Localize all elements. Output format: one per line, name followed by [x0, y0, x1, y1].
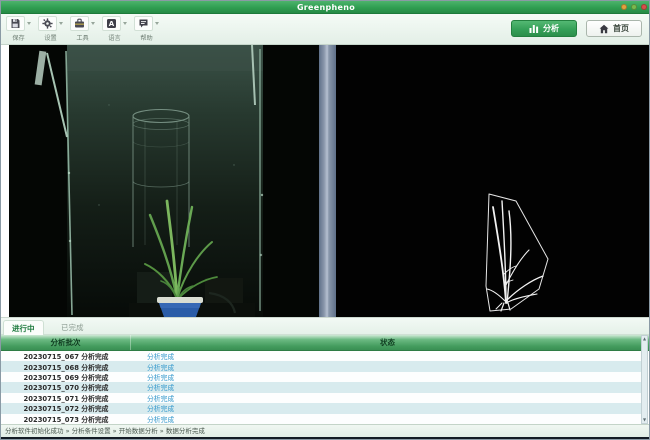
panel-splitter[interactable]	[319, 45, 336, 317]
column-header-status[interactable]: 状态	[131, 335, 644, 350]
save-label: 保存	[12, 32, 24, 42]
toolbar: 保存 设置 工具	[1, 14, 650, 45]
status-link[interactable]: 分析完成	[131, 362, 174, 372]
help-menu-button[interactable]: 帮助	[133, 16, 160, 42]
svg-text:A: A	[109, 20, 115, 28]
tab-in-progress[interactable]: 进行中	[3, 320, 44, 336]
home-button-label: 首页	[613, 23, 629, 34]
scroll-down-icon[interactable]: ▼	[642, 417, 647, 423]
language-menu-button[interactable]: A 语言	[101, 16, 128, 42]
camera-image-panel	[9, 45, 319, 317]
batch-cell: 20230715_068 分析完成	[1, 362, 131, 372]
toolbar-button-group: 保存 设置 工具	[5, 16, 160, 42]
table-row[interactable]: 20230715_073 分析完成 分析完成	[1, 414, 644, 424]
status-link[interactable]: 分析完成	[131, 382, 174, 392]
status-bar: 分析软件初始化成功 » 分析条件设置 » 开始数据分析 » 数据分析完成	[1, 424, 650, 437]
status-link[interactable]: 分析完成	[131, 403, 174, 413]
batch-cell: 20230715_069 分析完成	[1, 372, 131, 382]
tab-completed[interactable]: 已完成	[53, 320, 92, 336]
batch-cell: 20230715_073 分析完成	[1, 414, 131, 424]
save-menu-button[interactable]: 保存	[5, 16, 32, 42]
language-icon: A	[106, 18, 117, 29]
table-row[interactable]: 20230715_071 分析完成 分析完成	[1, 393, 644, 403]
image-viewer-area	[1, 45, 650, 317]
status-link[interactable]: 分析完成	[131, 414, 174, 424]
chevron-down-icon	[91, 22, 95, 25]
batch-table: 20230715_067 分析完成 分析完成 20230715_068 分析完成…	[1, 351, 644, 424]
status-bar-text: 分析软件初始化成功 » 分析条件设置 » 开始数据分析 » 数据分析完成	[5, 427, 205, 435]
chevron-down-icon	[59, 22, 63, 25]
status-link[interactable]: 分析完成	[131, 393, 174, 403]
scroll-up-icon[interactable]: ▲	[642, 336, 647, 342]
table-row[interactable]: 20230715_070 分析完成 分析完成	[1, 382, 644, 392]
chevron-down-icon	[123, 22, 127, 25]
language-label: 语言	[108, 32, 120, 42]
app-title: Greenpheno	[1, 1, 650, 14]
analyze-button-label: 分析	[543, 23, 559, 34]
minimize-button[interactable]	[621, 4, 627, 10]
batch-cell: 20230715_067 分析完成	[1, 351, 131, 361]
title-bar: Greenpheno	[1, 1, 650, 14]
status-link[interactable]: 分析完成	[131, 351, 174, 361]
save-icon	[10, 18, 21, 29]
settings-label: 设置	[44, 32, 56, 42]
help-label: 帮助	[140, 32, 152, 42]
app-window: Greenpheno 保存	[0, 0, 650, 440]
window-controls	[621, 4, 647, 10]
table-row[interactable]: 20230715_069 分析完成 分析完成	[1, 372, 644, 382]
chevron-down-icon	[27, 22, 31, 25]
home-button[interactable]: 首页	[586, 20, 642, 37]
home-icon	[599, 24, 609, 34]
help-icon	[138, 18, 149, 29]
tools-label: 工具	[76, 32, 88, 42]
chart-icon	[529, 24, 539, 33]
batch-cell: 20230715_072 分析完成	[1, 403, 131, 413]
plant-photo	[9, 45, 319, 317]
table-row[interactable]: 20230715_068 分析完成 分析完成	[1, 361, 644, 371]
batch-cell: 20230715_071 分析完成	[1, 393, 131, 403]
chevron-down-icon	[155, 22, 159, 25]
segmentation-panel	[336, 45, 649, 317]
gear-icon	[42, 18, 53, 29]
maximize-button[interactable]	[631, 4, 637, 10]
tools-menu-button[interactable]: 工具	[69, 16, 96, 42]
analyze-button[interactable]: 分析	[511, 20, 577, 37]
settings-menu-button[interactable]: 设置	[37, 16, 64, 42]
table-row[interactable]: 20230715_067 分析完成 分析完成	[1, 351, 644, 361]
task-tabbar: 进行中 已完成	[1, 317, 650, 335]
table-header: 分析批次 状态	[1, 335, 650, 351]
table-scrollbar[interactable]: ▲ ▼	[641, 335, 648, 424]
batch-cell: 20230715_070 分析完成	[1, 382, 131, 392]
status-link[interactable]: 分析完成	[131, 372, 174, 382]
table-row[interactable]: 20230715_072 分析完成 分析完成	[1, 403, 644, 413]
plant-skeleton-image	[336, 45, 649, 317]
toolbox-icon	[74, 18, 85, 29]
close-button[interactable]	[641, 4, 647, 10]
column-header-batch[interactable]: 分析批次	[1, 335, 131, 350]
